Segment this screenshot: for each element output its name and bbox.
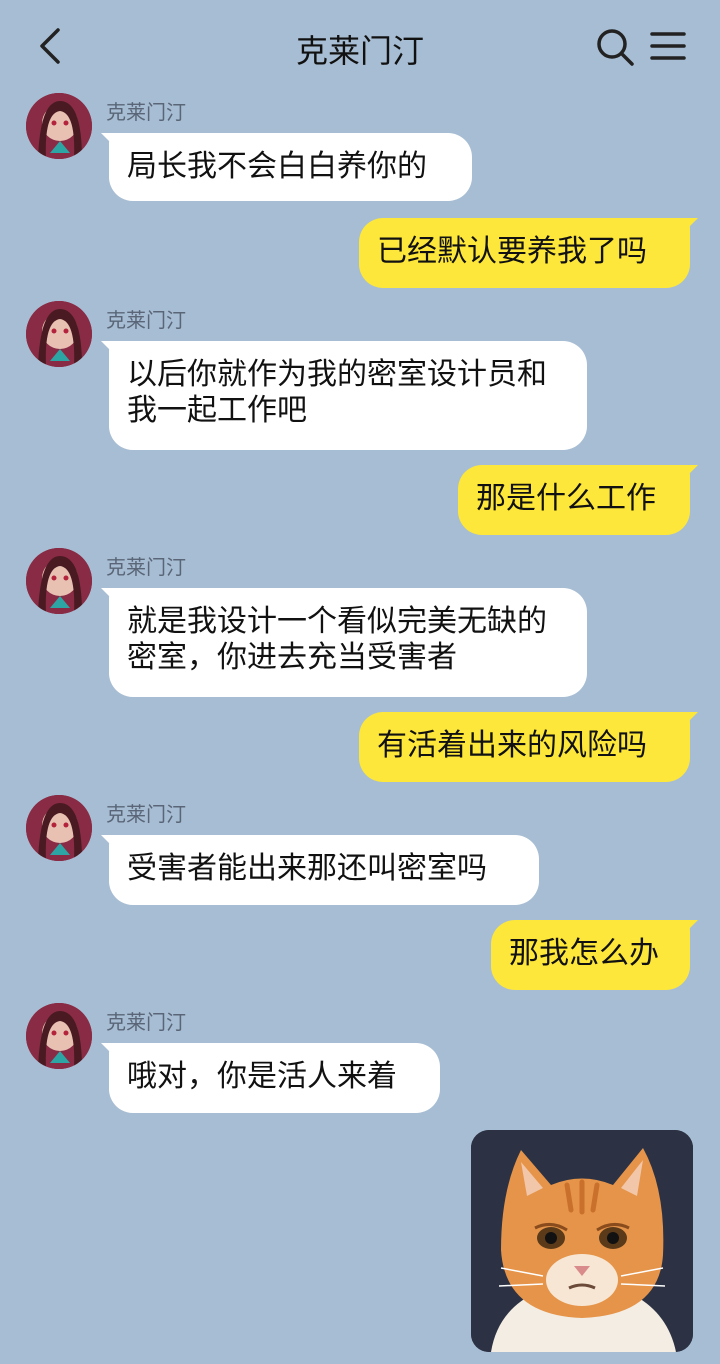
contact-avatar[interactable] [26, 795, 92, 861]
message-bubble-incoming[interactable]: 哦对，你是活人来着 [109, 1043, 440, 1113]
sad-cat-sticker[interactable] [471, 1130, 693, 1352]
contact-avatar[interactable] [26, 548, 92, 614]
sender-name: 克莱门汀 [106, 802, 186, 826]
contact-avatar[interactable] [26, 93, 92, 159]
message-bubble-outgoing[interactable]: 那是什么工作 [458, 465, 690, 535]
message-bubble-incoming[interactable]: 以后你就作为我的密室设计员和我一起工作吧 [109, 341, 587, 450]
sender-name: 克莱门汀 [106, 555, 186, 579]
message-bubble-incoming[interactable]: 受害者能出来那还叫密室吗 [109, 835, 539, 905]
contact-avatar[interactable] [26, 301, 92, 367]
sender-name: 克莱门汀 [106, 100, 186, 124]
sender-name: 克莱门汀 [106, 308, 186, 332]
message-bubble-outgoing[interactable]: 那我怎么办 [491, 920, 690, 990]
message-bubble-outgoing[interactable]: 有活着出来的风险吗 [359, 712, 690, 782]
chat-header: 克莱门汀 [0, 0, 720, 92]
message-bubble-outgoing[interactable]: 已经默认要养我了吗 [359, 218, 690, 288]
search-icon[interactable] [592, 24, 636, 68]
contact-avatar[interactable] [26, 1003, 92, 1069]
message-bubble-incoming[interactable]: 局长我不会白白养你的 [109, 133, 472, 201]
sender-name: 克莱门汀 [106, 1010, 186, 1034]
message-bubble-incoming[interactable]: 就是我设计一个看似完美无缺的密室，你进去充当受害者 [109, 588, 587, 697]
menu-icon[interactable] [646, 24, 690, 68]
